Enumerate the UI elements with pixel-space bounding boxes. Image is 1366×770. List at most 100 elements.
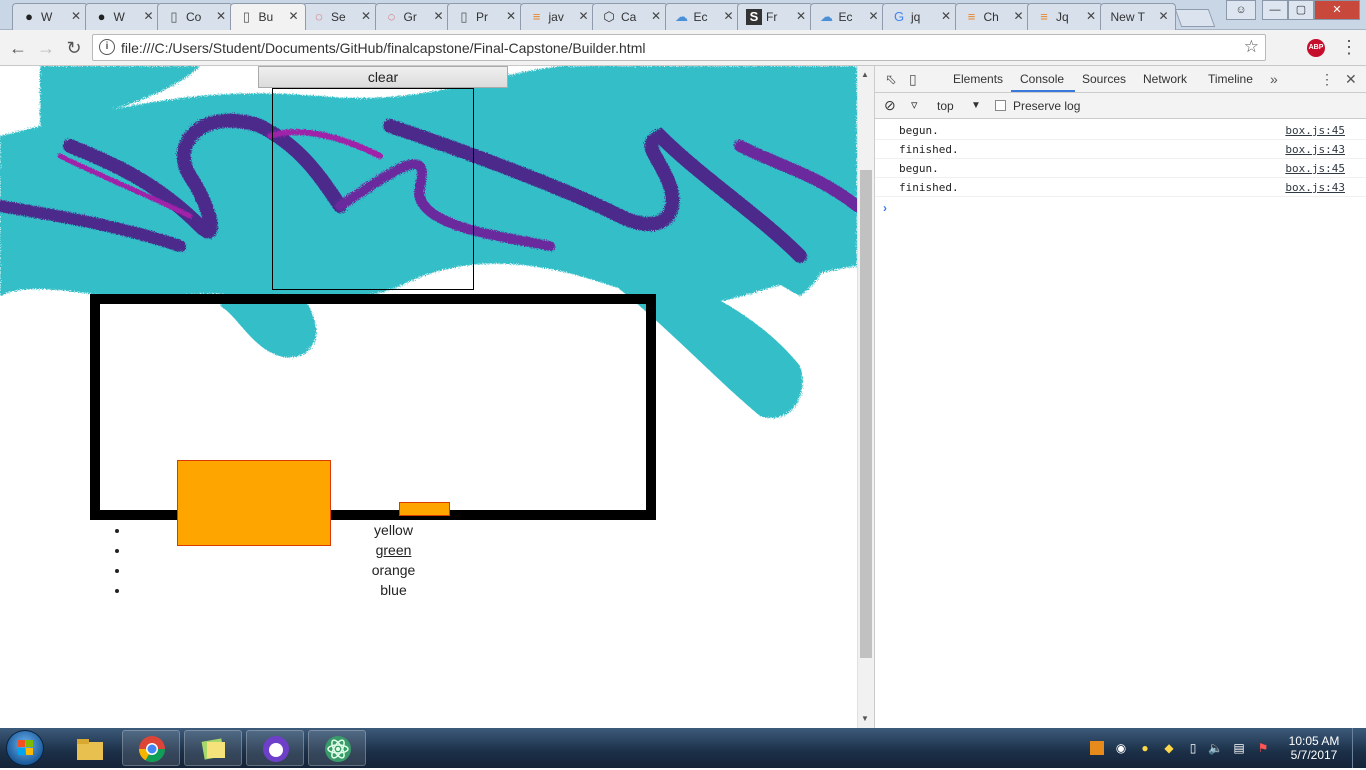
battery-icon[interactable]: ▯ [1186,741,1200,755]
tab-close-icon[interactable]: ✕ [1086,9,1096,23]
tab-close-icon[interactable]: ✕ [868,9,878,23]
taskbar-chrome[interactable] [122,730,180,766]
tab-close-icon[interactable]: ✕ [506,9,516,23]
volume-icon[interactable]: 🔈 [1208,741,1223,755]
browser-tab[interactable]: ▯ Pr ✕ [447,3,523,30]
adblock-plus-icon[interactable]: ABP [1307,39,1325,57]
browser-tab[interactable]: ◌ Gr ✕ [374,3,451,30]
tray-network-sharing-icon[interactable]: ● [1138,741,1152,755]
color-item-green[interactable]: green [130,540,657,560]
tab-close-icon[interactable]: ✕ [578,9,588,23]
browser-tab[interactable]: S Fr ✕ [737,3,813,30]
color-item-blue[interactable]: blue [130,580,657,600]
tab-close-icon[interactable]: ✕ [723,9,733,23]
action-center-flag-icon[interactable]: ⚑ [1256,741,1270,755]
context-selector[interactable]: top [937,99,954,113]
taskbar-sticky-notes[interactable] [184,730,242,766]
user-profile-button[interactable]: ☺ [1226,0,1256,20]
browser-tab[interactable]: ≡ Ch ✕ [954,3,1031,30]
browser-tab[interactable]: ☁ Ec ✕ [664,3,741,30]
browser-tab[interactable]: ● W ✕ [84,3,161,30]
tab-close-icon[interactable]: ✕ [433,9,443,23]
devtools-menu-icon[interactable]: ⋮ [1320,71,1334,88]
browser-tab[interactable]: ☁ Ec ✕ [809,3,886,30]
forward-icon[interactable]: → [34,36,58,60]
maximize-button[interactable]: ▢ [1288,0,1314,20]
tab-close-icon[interactable]: ✕ [651,9,661,23]
tab-title: Jq [1056,10,1069,24]
url-text[interactable]: file:///C:/Users/Student/Documents/GitHu… [121,40,645,56]
scroll-up-icon[interactable]: ▲ [861,70,869,79]
filter-icon[interactable]: ▿ [911,97,918,113]
tab-close-icon[interactable]: ✕ [361,9,371,23]
tab-network[interactable]: Network [1143,72,1187,86]
system-clock[interactable]: 10:05 AM 5/7/2017 [1282,734,1346,762]
bookmark-star-icon[interactable]: ☆ [1244,37,1259,57]
browser-tab[interactable]: ● W ✕ [12,3,88,30]
console-prompt-icon[interactable]: › [883,201,887,215]
console-source-link[interactable]: box.js:43 [1285,181,1345,194]
browser-tab[interactable]: ≡ Jq ✕ [1027,3,1103,30]
tab-close-icon[interactable]: ✕ [941,9,951,23]
tab-close-icon[interactable]: ✕ [288,9,298,23]
tab-sources[interactable]: Sources [1082,72,1126,86]
browser-tab[interactable]: ⬡ Ca ✕ [592,3,668,30]
taskbar-github-desktop[interactable] [246,730,304,766]
device-toolbar-icon[interactable]: ▯ [909,71,917,88]
wifi-signal-icon[interactable]: ▤ [1232,741,1246,755]
more-tabs-icon[interactable]: » [1270,71,1278,87]
devtools-close-icon[interactable]: ✕ [1345,71,1357,88]
github-icon: ● [25,9,33,24]
browser-tab[interactable]: ▯ Bu ✕ [229,3,306,30]
scroll-down-icon[interactable]: ▼ [861,714,869,723]
inspect-element-icon[interactable]: ⬁ [885,71,897,88]
minimize-button[interactable]: — [1262,0,1288,20]
preserve-log-checkbox[interactable] [995,100,1006,111]
browser-tab[interactable]: ◌ Se ✕ [302,3,378,30]
browser-tab[interactable]: New T ✕ [1099,3,1176,30]
browser-tab[interactable]: ≡ jav ✕ [519,3,596,30]
console-source-link[interactable]: box.js:45 [1285,124,1345,137]
chrome-menu-icon[interactable]: ⋮ [1340,38,1358,56]
tab-title: Ca [621,10,637,24]
new-tab-button[interactable] [1174,9,1216,27]
tab-close-icon[interactable]: ✕ [1013,9,1023,23]
scrollbar-thumb[interactable] [860,170,872,658]
show-desktop-button[interactable] [1352,728,1366,768]
console-source-link[interactable]: box.js:43 [1285,143,1345,156]
tab-close-icon[interactable]: ✕ [796,9,806,23]
tab-console[interactable]: Console [1020,72,1064,86]
tray-device-icon[interactable]: ◆ [1162,741,1176,755]
tab-timeline[interactable]: Timeline [1208,72,1253,86]
tab-close-icon[interactable]: ✕ [1158,9,1168,23]
console-source-link[interactable]: box.js:45 [1285,162,1345,175]
clear-console-icon[interactable]: ⊘ [884,97,896,114]
orange-block-small[interactable] [399,502,450,516]
back-icon[interactable]: ← [6,36,30,60]
codepen-icon: ⬡ [603,9,615,24]
tab-close-icon[interactable]: ✕ [71,9,81,23]
taskbar-atom[interactable] [308,730,366,766]
tab-close-icon[interactable]: ✕ [216,9,226,23]
tab-elements[interactable]: Elements [953,72,1003,86]
close-window-button[interactable]: ✕ [1314,0,1360,20]
browser-tab[interactable]: Gjq ✕ [882,3,958,30]
color-item-orange[interactable]: orange [130,560,657,580]
context-dropdown-icon[interactable]: ▼ [971,100,981,111]
tray-app-icon[interactable] [1090,741,1104,755]
reload-icon[interactable]: ↻ [62,36,86,60]
address-bar[interactable]: i file:///C:/Users/Student/Documents/Git… [92,34,1266,61]
tray-chrome-icon[interactable]: ◉ [1114,741,1128,755]
tab-close-icon[interactable]: ✕ [143,9,153,23]
page-scrollbar[interactable]: ▲ ▼ [857,66,874,728]
color-item-yellow[interactable]: yellow [130,520,657,540]
start-button[interactable] [6,730,44,766]
atom-icon [325,736,351,762]
taskbar-file-explorer[interactable] [60,730,118,766]
browser-tab[interactable]: ▯ Co ✕ [157,3,233,30]
chrome-icon [138,736,166,763]
clear-button[interactable]: clear [258,66,508,88]
tab-title: Se [331,10,346,24]
info-icon[interactable]: i [99,39,115,55]
sticky-notes-icon [201,738,225,760]
